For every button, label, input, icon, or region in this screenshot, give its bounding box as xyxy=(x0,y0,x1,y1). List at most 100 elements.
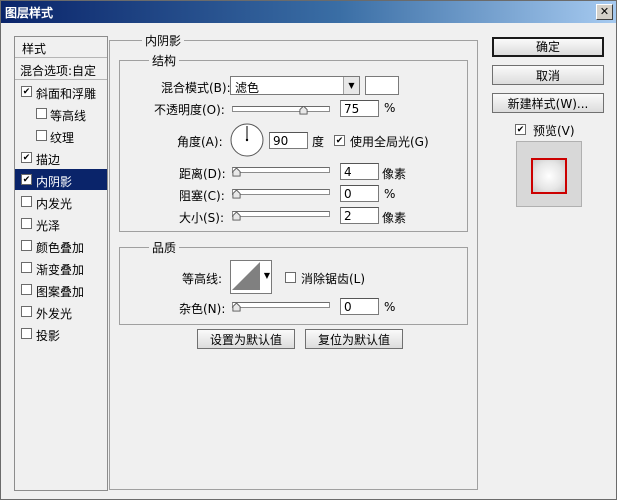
style-item-checkbox[interactable] xyxy=(21,218,32,229)
style-item[interactable]: 纹理 xyxy=(15,125,107,146)
new-style-button[interactable]: 新建样式(W)... xyxy=(492,93,604,113)
blend-mode-label: 混合模式(B): xyxy=(161,81,231,95)
blend-options-item[interactable]: 混合选项:自定 xyxy=(15,58,107,80)
use-global-light-checkbox[interactable] xyxy=(334,135,345,146)
opacity-label: 不透明度(O): xyxy=(154,103,225,117)
contour-label: 等高线: xyxy=(182,272,223,286)
angle-dial[interactable] xyxy=(230,123,264,157)
preview-label[interactable]: 预览(V) xyxy=(533,122,575,139)
choke-slider[interactable] xyxy=(232,189,330,195)
noise-unit: % xyxy=(384,300,396,314)
noise-slider-thumb[interactable] xyxy=(232,303,241,312)
style-item-checkbox[interactable] xyxy=(21,152,32,163)
opacity-slider-thumb[interactable] xyxy=(299,106,308,115)
style-item[interactable]: 描边 xyxy=(15,147,107,168)
styles-list: 样式 混合选项:自定 斜面和浮雕等高线纹理描边内阴影内发光光泽颜色叠加渐变叠加图… xyxy=(14,36,108,491)
choke-unit: % xyxy=(384,187,396,201)
style-item-label: 纹理 xyxy=(50,131,75,145)
structure-title: 结构 xyxy=(149,52,180,69)
style-item[interactable]: 图案叠加 xyxy=(15,279,107,300)
style-item-checkbox[interactable] xyxy=(21,196,32,207)
angle-label: 角度(A): xyxy=(177,135,223,149)
style-item-label: 等高线 xyxy=(50,109,87,123)
quality-group xyxy=(119,247,468,325)
noise-input[interactable]: 0 xyxy=(340,298,379,315)
style-item-checkbox[interactable] xyxy=(21,328,32,339)
style-item-label: 描边 xyxy=(36,153,61,167)
size-unit: 像素 xyxy=(382,211,407,225)
preview-checkbox[interactable] xyxy=(515,124,526,135)
blend-color-swatch[interactable] xyxy=(365,76,399,95)
style-item[interactable]: 外发光 xyxy=(15,301,107,322)
style-item-label: 内阴影 xyxy=(36,175,73,189)
distance-label: 距离(D): xyxy=(179,167,226,181)
opacity-unit: % xyxy=(384,101,396,115)
style-item-checkbox[interactable] xyxy=(21,86,32,97)
distance-unit: 像素 xyxy=(382,167,407,181)
style-item[interactable]: 投影 xyxy=(15,323,107,344)
blend-mode-value: 滤色 xyxy=(235,81,260,95)
style-item[interactable]: 内发光 xyxy=(15,191,107,212)
choke-label: 阻塞(C): xyxy=(179,189,225,203)
style-item[interactable]: 颜色叠加 xyxy=(15,235,107,256)
close-button[interactable]: ✕ xyxy=(596,4,613,20)
style-item-label: 外发光 xyxy=(36,307,73,321)
style-item-label: 内发光 xyxy=(36,197,73,211)
distance-input[interactable]: 4 xyxy=(340,163,379,180)
dialog-window: 图层样式 ✕ 样式 混合选项:自定 斜面和浮雕等高线纹理描边内阴影内发光光泽颜色… xyxy=(0,0,617,500)
use-global-light-label[interactable]: 使用全局光(G) xyxy=(350,133,429,150)
opacity-slider[interactable] xyxy=(232,106,330,112)
choke-input[interactable]: 0 xyxy=(340,185,379,202)
opacity-input[interactable]: 75 xyxy=(340,100,379,117)
contour-picker[interactable]: ▼ xyxy=(230,260,272,294)
quality-title: 品质 xyxy=(149,239,180,256)
style-item[interactable]: 斜面和浮雕 xyxy=(15,81,107,102)
title-bar[interactable]: 图层样式 ✕ xyxy=(1,1,616,23)
size-label: 大小(S): xyxy=(179,211,225,225)
make-default-button[interactable]: 设置为默认值 xyxy=(197,329,295,349)
choke-slider-thumb[interactable] xyxy=(232,190,241,199)
style-item[interactable]: 内阴影 xyxy=(15,169,107,190)
preview-thumbnail xyxy=(516,141,582,207)
style-item-checkbox[interactable] xyxy=(21,262,32,273)
noise-slider[interactable] xyxy=(232,302,330,308)
style-item-label: 光泽 xyxy=(36,219,61,233)
style-item-label: 渐变叠加 xyxy=(36,263,85,277)
blend-options-label: 混合选项:自定 xyxy=(20,64,97,78)
chevron-down-icon: ▼ xyxy=(343,77,359,94)
inner-shadow-title: 内阴影 xyxy=(142,32,185,49)
contour-dropdown-icon: ▼ xyxy=(263,271,270,280)
styles-header[interactable]: 样式 xyxy=(15,37,107,58)
anti-alias-checkbox[interactable] xyxy=(285,272,296,283)
style-item[interactable]: 光泽 xyxy=(15,213,107,234)
contour-curve-icon xyxy=(232,262,260,290)
distance-slider[interactable] xyxy=(232,167,330,173)
style-item[interactable]: 等高线 xyxy=(15,103,107,124)
style-item-label: 斜面和浮雕 xyxy=(36,87,97,101)
distance-slider-thumb[interactable] xyxy=(232,168,241,177)
angle-unit: 度 xyxy=(312,135,325,149)
reset-default-button[interactable]: 复位为默认值 xyxy=(305,329,403,349)
noise-label: 杂色(N): xyxy=(179,302,226,316)
ok-button[interactable]: 确定 xyxy=(492,37,604,57)
style-item-checkbox[interactable] xyxy=(36,108,47,119)
styles-header-label: 样式 xyxy=(22,42,47,56)
size-slider-thumb[interactable] xyxy=(232,212,241,221)
style-item-checkbox[interactable] xyxy=(21,240,32,251)
size-slider[interactable] xyxy=(232,211,330,217)
size-input[interactable]: 2 xyxy=(340,207,379,224)
anti-alias-label[interactable]: 消除锯齿(L) xyxy=(301,270,365,287)
angle-input[interactable]: 90 xyxy=(269,132,308,149)
style-item-checkbox[interactable] xyxy=(21,174,32,185)
cancel-button[interactable]: 取消 xyxy=(492,65,604,85)
style-item-label: 图案叠加 xyxy=(36,285,85,299)
style-item-label: 颜色叠加 xyxy=(36,241,85,255)
window-title: 图层样式 xyxy=(5,6,54,20)
preview-swatch xyxy=(531,158,567,194)
blend-mode-select[interactable]: 滤色 ▼ xyxy=(230,76,360,95)
style-item-checkbox[interactable] xyxy=(21,306,32,317)
style-item-checkbox[interactable] xyxy=(36,130,47,141)
style-item-checkbox[interactable] xyxy=(21,284,32,295)
style-item[interactable]: 渐变叠加 xyxy=(15,257,107,278)
style-item-label: 投影 xyxy=(36,329,61,343)
